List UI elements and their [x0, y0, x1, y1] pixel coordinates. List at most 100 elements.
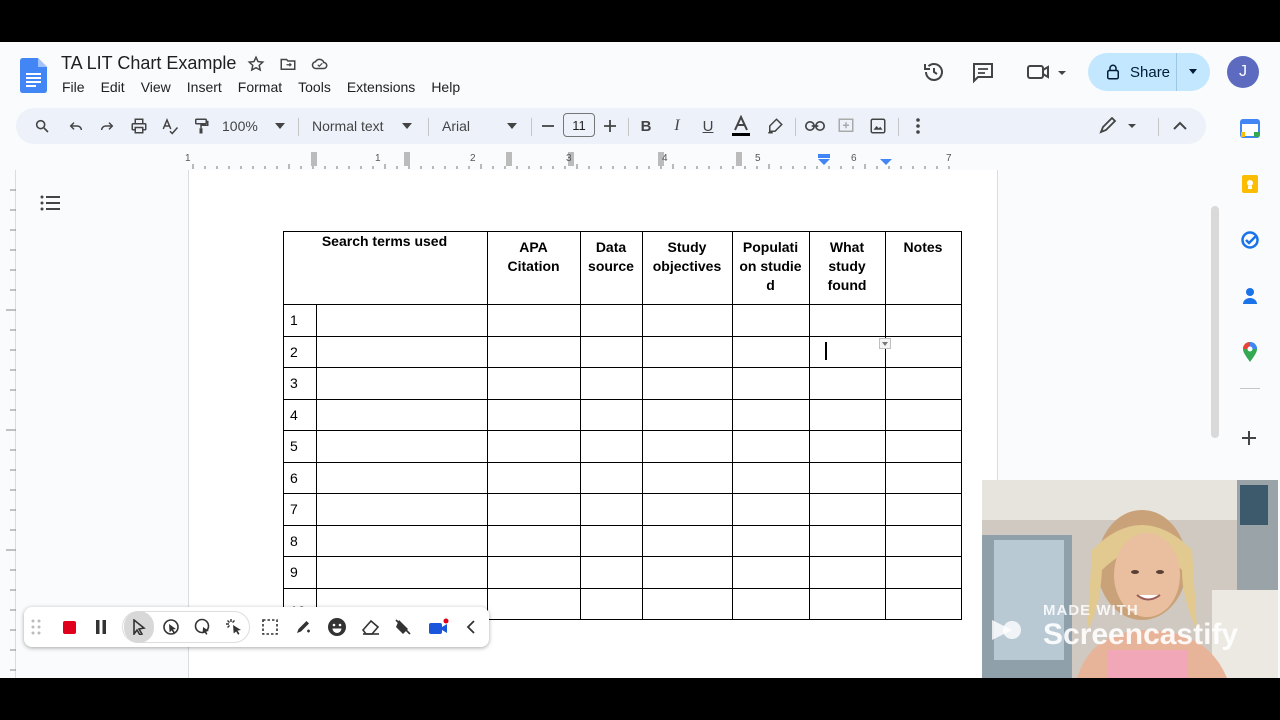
maps-icon[interactable] — [1241, 341, 1259, 368]
sticker-emoji-icon[interactable] — [323, 607, 351, 647]
table-cell[interactable] — [884, 304, 962, 337]
paragraph-style-select[interactable]: Normal text — [312, 108, 402, 144]
table-cell[interactable] — [641, 430, 733, 463]
table-cell[interactable] — [808, 524, 886, 557]
meet-video-icon[interactable] — [1024, 59, 1070, 85]
table-cell[interactable] — [316, 493, 488, 526]
table-cell[interactable] — [808, 493, 886, 526]
star-icon[interactable] — [246, 54, 266, 74]
more-options-icon[interactable] — [906, 108, 930, 144]
header-study-objectives[interactable]: Study objectives — [641, 231, 733, 305]
table-cell[interactable] — [316, 524, 488, 557]
bold-icon[interactable]: B — [635, 108, 657, 144]
table-cell[interactable] — [641, 461, 733, 494]
table-cell[interactable] — [486, 493, 581, 526]
table-cell[interactable] — [884, 461, 962, 494]
decrease-font-size-icon[interactable] — [538, 108, 558, 144]
table-cell[interactable] — [641, 556, 733, 589]
cell-options-dropdown-icon[interactable] — [879, 338, 891, 349]
header-apa-citation[interactable]: APA Citation — [486, 231, 581, 305]
table-cell[interactable] — [316, 335, 488, 368]
hide-menus-icon[interactable] — [1168, 108, 1192, 144]
print-icon[interactable] — [127, 108, 151, 144]
table-cell[interactable] — [579, 304, 643, 337]
table-cell[interactable] — [579, 493, 643, 526]
menu-tools[interactable]: Tools — [298, 79, 331, 95]
table-cell[interactable] — [316, 556, 488, 589]
table-cell[interactable] — [579, 587, 643, 620]
table-cell[interactable] — [486, 587, 581, 620]
table-cell[interactable] — [641, 335, 733, 368]
menu-extensions[interactable]: Extensions — [347, 79, 415, 95]
table-cell[interactable] — [884, 587, 962, 620]
table-cell[interactable] — [579, 335, 643, 368]
zoom-value[interactable]: 100% — [222, 108, 270, 144]
account-avatar[interactable]: J — [1227, 56, 1259, 88]
collapse-toolbar-icon[interactable] — [457, 607, 485, 647]
table-cell[interactable] — [579, 556, 643, 589]
table-cell[interactable] — [579, 461, 643, 494]
lit-chart-table[interactable]: Search terms used APA Citation Data sour… — [283, 231, 962, 620]
table-cell[interactable] — [731, 335, 810, 368]
document-title[interactable]: TA LIT Chart Example — [61, 53, 236, 74]
table-cell[interactable] — [579, 367, 643, 400]
header-notes[interactable]: Notes — [884, 231, 962, 305]
paint-format-icon[interactable] — [189, 108, 213, 144]
table-cell[interactable] — [808, 398, 886, 431]
table-cell[interactable] — [808, 587, 886, 620]
chevron-down-icon[interactable] — [1188, 68, 1198, 76]
spelling-check-icon[interactable] — [158, 108, 182, 144]
table-cell[interactable] — [486, 524, 581, 557]
drag-handle-icon[interactable] — [24, 607, 48, 647]
zoom-chevron-down-icon[interactable] — [275, 123, 285, 129]
table-cell[interactable] — [731, 587, 810, 620]
table-cell[interactable] — [808, 335, 886, 368]
table-cell[interactable] — [579, 524, 643, 557]
header-data-source[interactable]: Data source — [579, 231, 643, 305]
vertical-scrollbar[interactable] — [1211, 206, 1219, 438]
vertical-ruler[interactable] — [0, 170, 16, 678]
insert-image-icon[interactable] — [866, 108, 890, 144]
table-cell-active[interactable] — [884, 335, 962, 368]
version-history-icon[interactable] — [921, 59, 947, 85]
insert-link-icon[interactable] — [803, 108, 827, 144]
menu-view[interactable]: View — [141, 79, 171, 95]
cloud-saved-icon[interactable] — [310, 54, 330, 74]
clear-drawings-icon[interactable] — [389, 607, 417, 647]
table-cell[interactable] — [316, 430, 488, 463]
table-cell[interactable] — [731, 461, 810, 494]
cursor-spotlight-icon[interactable] — [189, 607, 217, 647]
undo-icon[interactable] — [64, 108, 88, 144]
draw-pen-icon[interactable] — [289, 607, 317, 647]
table-cell[interactable] — [641, 587, 733, 620]
menu-format[interactable]: Format — [238, 79, 282, 95]
table-cell[interactable] — [884, 556, 962, 589]
google-docs-icon[interactable] — [20, 58, 47, 93]
table-cell[interactable] — [486, 398, 581, 431]
eraser-icon[interactable] — [357, 607, 385, 647]
underline-icon[interactable]: U — [697, 108, 719, 144]
header-population-studied[interactable]: Populati on studied — [731, 231, 810, 305]
table-cell[interactable] — [808, 367, 886, 400]
text-color-icon[interactable] — [729, 108, 753, 144]
table-cell[interactable] — [641, 304, 733, 337]
table-cell[interactable] — [884, 398, 962, 431]
table-cell[interactable] — [731, 367, 810, 400]
table-cell[interactable] — [486, 556, 581, 589]
webcam-toggle-icon[interactable] — [425, 607, 453, 647]
menu-insert[interactable]: Insert — [187, 79, 222, 95]
table-cell[interactable] — [641, 398, 733, 431]
table-cell[interactable] — [808, 430, 886, 463]
table-cell[interactable] — [884, 367, 962, 400]
table-cell[interactable] — [486, 430, 581, 463]
font-select[interactable]: Arial — [442, 108, 502, 144]
table-cell[interactable] — [808, 304, 886, 337]
stop-recording-icon[interactable] — [55, 607, 83, 647]
style-chevron-down-icon[interactable] — [402, 123, 412, 129]
table-cell[interactable] — [731, 524, 810, 557]
share-button[interactable]: Share — [1088, 53, 1210, 91]
editing-mode-icon[interactable] — [1096, 108, 1140, 144]
horizontal-ruler[interactable]: 1 1 2 3 4 5 6 7 — [185, 150, 998, 170]
table-cell[interactable] — [641, 524, 733, 557]
pause-icon[interactable] — [87, 607, 115, 647]
